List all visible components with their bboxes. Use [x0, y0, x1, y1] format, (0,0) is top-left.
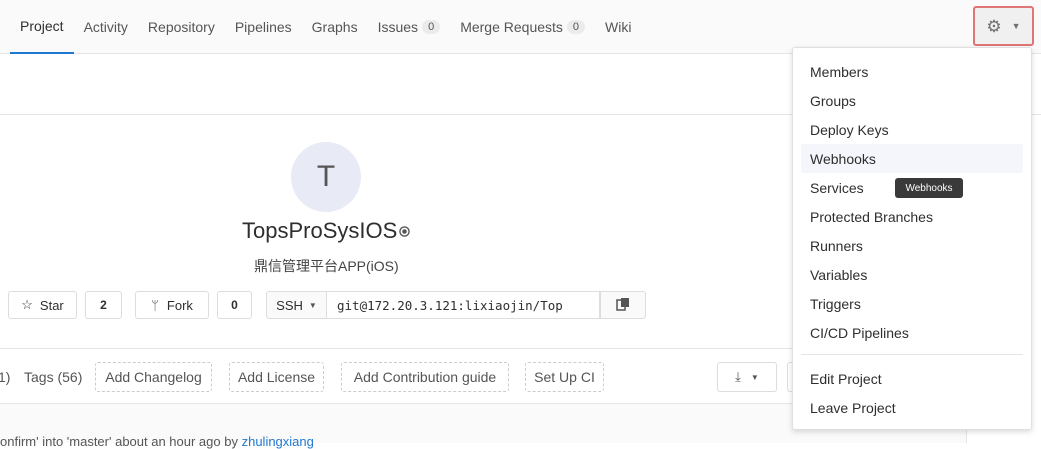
star-icon: ☆	[21, 297, 33, 312]
menu-item-groups[interactable]: Groups	[794, 86, 1023, 115]
download-icon: ⤓	[735, 369, 741, 384]
menu-item-edit-project[interactable]: Edit Project	[794, 364, 1023, 393]
tab-wiki[interactable]: Wiki	[595, 0, 641, 54]
gear-icon: ⚙	[986, 16, 1002, 36]
last-commit-line: onfirm' into 'master' about an hour ago …	[0, 434, 314, 449]
tab-activity[interactable]: Activity	[74, 0, 138, 54]
tab-label: Merge Requests	[460, 19, 563, 35]
star-count[interactable]: 2	[85, 291, 122, 319]
copy-url-button[interactable]	[600, 291, 646, 319]
menu-item-webhooks[interactable]: Webhooks	[801, 144, 1023, 173]
tab-repository[interactable]: Repository	[138, 0, 225, 54]
caret-down-icon: ▼	[308, 300, 317, 310]
webhooks-tooltip: Webhooks	[895, 178, 963, 198]
menu-item-members[interactable]: Members	[794, 57, 1023, 86]
set-up-ci-button[interactable]: Set Up CI	[525, 362, 604, 392]
menu-divider	[801, 354, 1023, 355]
clipboard-icon	[616, 297, 630, 314]
fork-button[interactable]: ᛘ Fork	[135, 291, 209, 319]
avatar-letter: T	[316, 160, 336, 193]
caret-down-icon: ▼	[1011, 21, 1021, 31]
commit-author-link[interactable]: zhulingxiang	[242, 434, 314, 449]
caret-down-icon: ▼	[750, 372, 759, 382]
tab-merge-requests[interactable]: Merge Requests 0	[450, 0, 595, 54]
menu-item-protected-branches[interactable]: Protected Branches	[794, 202, 1023, 231]
nav-tabs: Project Activity Repository Pipelines Gr…	[10, 0, 641, 54]
add-changelog-button[interactable]: Add Changelog	[95, 362, 212, 392]
commit-message: onfirm' into 'master' about an hour ago …	[0, 434, 238, 449]
menu-item-variables[interactable]: Variables	[794, 260, 1023, 289]
tab-label: Wiki	[605, 19, 632, 35]
menu-item-leave-project[interactable]: Leave Project	[794, 393, 1023, 422]
star-label: Star	[39, 297, 64, 313]
project-avatar: T	[291, 142, 361, 212]
protocol-label: SSH	[276, 297, 303, 313]
protocol-dropdown[interactable]: SSH ▼	[266, 291, 327, 319]
tab-graphs[interactable]: Graphs	[302, 0, 368, 54]
tags-count[interactable]: Tags (56)	[24, 369, 82, 385]
menu-item-triggers[interactable]: Triggers	[794, 289, 1023, 318]
tab-issues[interactable]: Issues 0	[368, 0, 451, 54]
tab-label: Graphs	[311, 19, 358, 35]
globe-icon	[399, 226, 410, 240]
project-title: TopsProSysIOS	[242, 218, 398, 243]
add-contribution-guide-button[interactable]: Add Contribution guide	[341, 362, 509, 392]
tab-label: Activity	[83, 19, 128, 35]
download-button[interactable]: ⤓ ▼	[717, 362, 777, 392]
settings-menu: Members Groups Deploy Keys Webhooks Serv…	[792, 47, 1032, 430]
issues-count-badge: 0	[422, 20, 441, 34]
fork-count[interactable]: 0	[217, 291, 252, 319]
tab-label: Project	[20, 18, 64, 34]
menu-item-runners[interactable]: Runners	[794, 231, 1023, 260]
tab-label: Repository	[147, 19, 215, 35]
add-license-button[interactable]: Add License	[229, 362, 324, 392]
tab-label: Pipelines	[234, 19, 292, 35]
tab-project[interactable]: Project	[10, 0, 74, 54]
project-description: 鼎信管理平台APP(iOS)	[254, 258, 399, 274]
fork-label: Fork	[166, 297, 193, 313]
star-button[interactable]: ☆ Star	[8, 291, 77, 319]
menu-item-ci-cd-pipelines[interactable]: CI/CD Pipelines	[794, 318, 1023, 347]
branches-count[interactable]: 1)	[0, 369, 10, 385]
fork-icon: ᛘ	[151, 297, 159, 313]
clone-url-input[interactable]: git@172.20.3.121:lixiaojin/Top	[327, 291, 600, 319]
menu-item-deploy-keys[interactable]: Deploy Keys	[794, 115, 1023, 144]
settings-dropdown-button[interactable]: ⚙ ▼	[973, 6, 1034, 46]
tab-label: Issues	[377, 19, 419, 35]
project-nav: Project Activity Repository Pipelines Gr…	[0, 0, 1041, 54]
merge-requests-count-badge: 0	[566, 20, 586, 34]
tab-pipelines[interactable]: Pipelines	[225, 0, 302, 54]
